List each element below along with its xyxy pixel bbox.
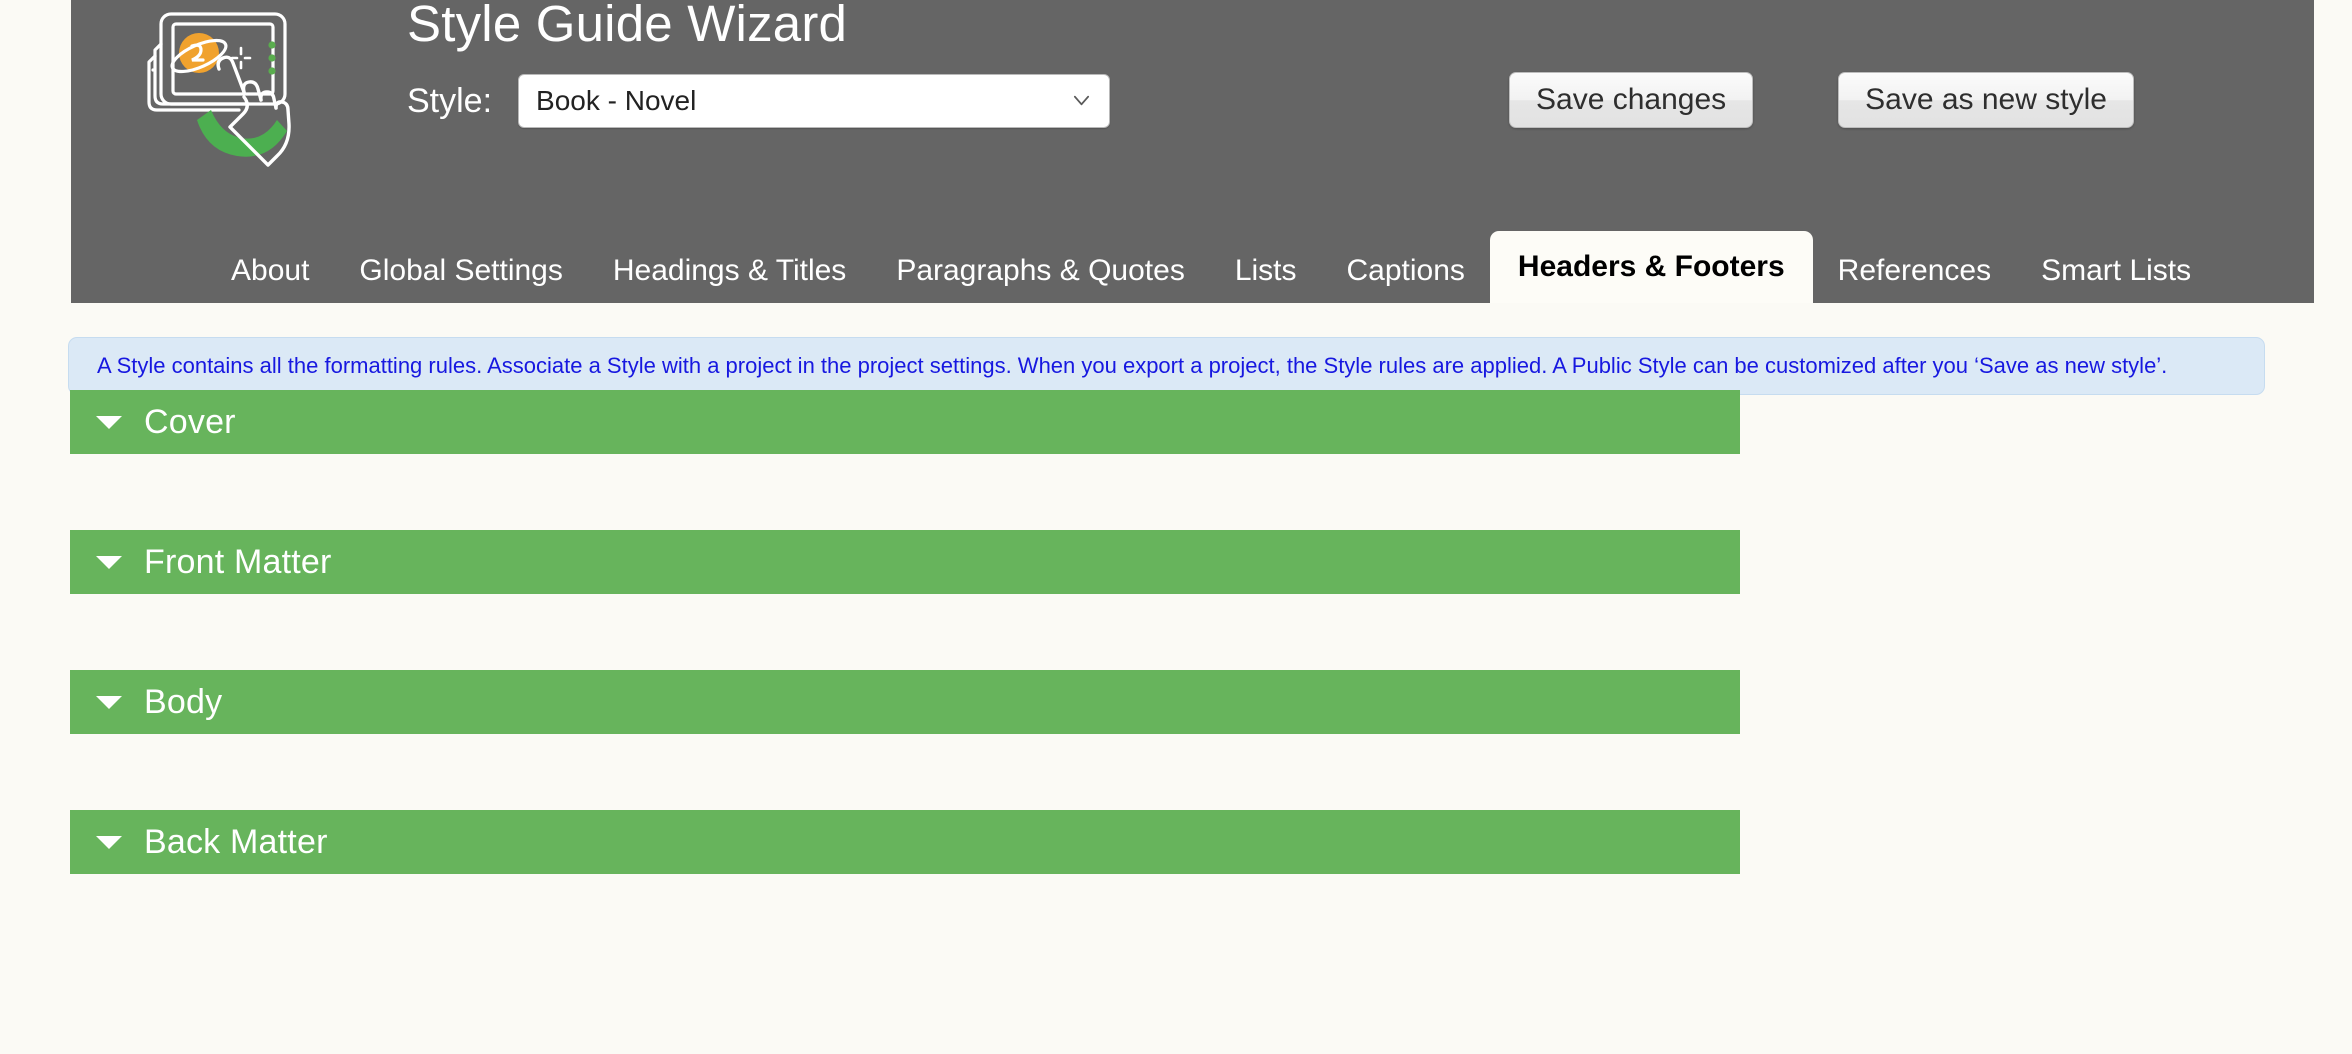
style-select[interactable]: Book - Novel xyxy=(518,74,1111,128)
style-select-value: Book - Novel xyxy=(536,85,697,116)
chevron-down-icon xyxy=(1072,91,1091,110)
style-selector-row: Style: Book - Novel xyxy=(407,74,1111,128)
accordion-back-matter[interactable]: Back Matter xyxy=(70,810,1740,874)
triangle-down-icon xyxy=(96,695,122,709)
tab-references[interactable]: References xyxy=(1813,239,2016,303)
info-banner: A Style contains all the formatting rule… xyxy=(68,337,2265,395)
triangle-down-icon xyxy=(96,555,122,569)
accordion-cover[interactable]: Cover xyxy=(70,390,1740,454)
info-banner-text: A Style contains all the formatting rule… xyxy=(97,353,2168,378)
tab-headings-titles[interactable]: Headings & Titles xyxy=(588,239,871,303)
app-header: Style Guide Wizard Style: Book - Novel S… xyxy=(71,0,2314,303)
tab-global-settings[interactable]: Global Settings xyxy=(334,239,587,303)
page-title-block: Style Guide Wizard xyxy=(407,0,847,54)
accordion-label: Body xyxy=(144,682,223,721)
save-changes-button[interactable]: Save changes xyxy=(1509,72,1754,128)
tab-captions[interactable]: Captions xyxy=(1322,239,1490,303)
triangle-down-icon xyxy=(96,835,122,849)
tab-headers-footers[interactable]: Headers & Footers xyxy=(1489,231,1813,303)
triangle-down-icon xyxy=(96,415,122,429)
tab-lists[interactable]: Lists xyxy=(1210,239,1322,303)
tab-paragraphs-quotes[interactable]: Paragraphs & Quotes xyxy=(871,239,1210,303)
section-accordion-list: Cover Front Matter Body Back Matter xyxy=(70,390,1740,874)
accordion-label: Cover xyxy=(144,402,236,441)
accordion-front-matter[interactable]: Front Matter xyxy=(70,530,1740,594)
accordion-label: Front Matter xyxy=(144,542,332,581)
header-button-group: Save changes Save as new style xyxy=(1509,72,2134,128)
style-guide-wizard-page: Style Guide Wizard Style: Book - Novel S… xyxy=(0,0,2352,1054)
accordion-body[interactable]: Body xyxy=(70,670,1740,734)
tablet-hand-planet-logo-icon xyxy=(131,4,311,174)
brand-row: Style Guide Wizard Style: Book - Novel S… xyxy=(71,0,2314,228)
tab-about[interactable]: About xyxy=(206,239,334,303)
tab-smart-lists[interactable]: Smart Lists xyxy=(2016,239,2216,303)
accordion-label: Back Matter xyxy=(144,822,328,861)
save-as-new-style-button[interactable]: Save as new style xyxy=(1838,72,2134,128)
tab-bar: About Global Settings Headings & Titles … xyxy=(71,227,2314,303)
style-label: Style: xyxy=(407,81,493,120)
page-title: Style Guide Wizard xyxy=(407,0,848,52)
